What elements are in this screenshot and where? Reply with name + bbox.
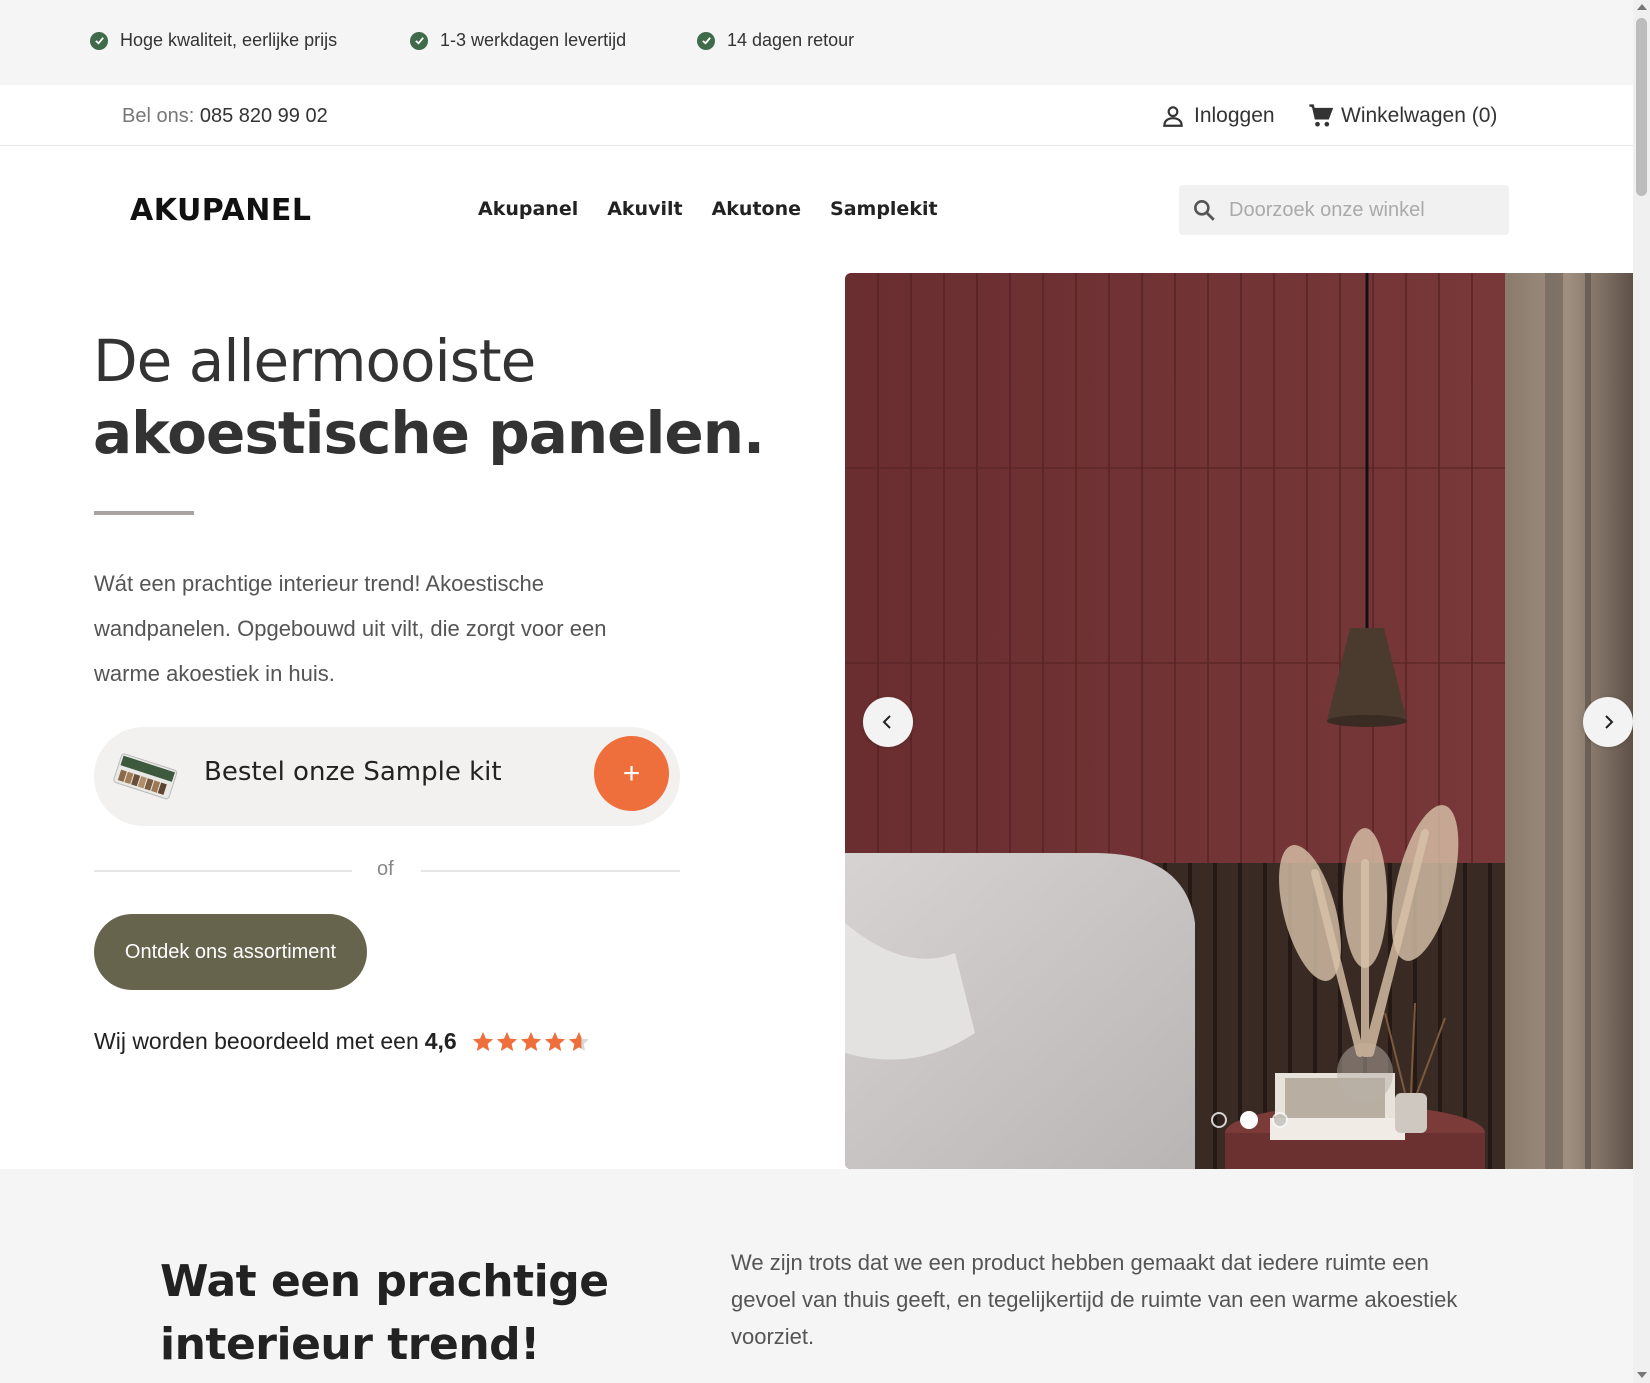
usp-item: 14 dagen retour (697, 30, 854, 51)
intro-title-line2: interieur trend! (160, 1319, 540, 1370)
hero-divider (94, 511, 194, 515)
usp-label: 14 dagen retour (727, 30, 855, 50)
usp-bar: Hoge kwaliteit, eerlijke prijs 1-3 werkd… (0, 0, 1633, 85)
search-input[interactable] (1229, 198, 1489, 222)
rating-score: 4,6 (424, 1028, 457, 1054)
sample-kit-image (113, 753, 178, 800)
discover-assortment-button[interactable]: Ontdek ons assortiment (94, 914, 367, 990)
star-icon (544, 1031, 565, 1051)
contact-bar: Bel ons: 085 820 99 02 Inloggen Winkelwa… (0, 85, 1633, 146)
sample-kit-button[interactable]: Bestel onze Sample kit + (94, 727, 680, 826)
main-nav: Akupanel Akuvilt Akutone Samplekit (478, 198, 967, 220)
slider-next-button[interactable] (1583, 697, 1633, 747)
star-icon (496, 1031, 517, 1051)
rating-prefix: Wij worden beoordeeld met een (94, 1028, 419, 1054)
nav-item-akupanel[interactable]: Akupanel (478, 198, 578, 220)
hero-title-line1: De allermooiste (93, 327, 536, 395)
star-icon (472, 1031, 493, 1051)
hero-slider-image (845, 273, 1633, 1169)
nav-item-samplekit[interactable]: Samplekit (830, 198, 938, 220)
star-icon (520, 1031, 541, 1051)
check-icon (410, 31, 428, 50)
usp-item: 1-3 werkdagen levertijd (410, 30, 626, 51)
cart-label: Winkelwagen (0) (1341, 104, 1498, 127)
slider-dot-1[interactable] (1211, 1112, 1227, 1128)
scroll-up-arrow-icon[interactable] (1637, 4, 1647, 10)
cart-link[interactable]: Winkelwagen (0) (1307, 102, 1497, 130)
site-logo[interactable]: AKUPANEL (130, 193, 311, 228)
slider-dot-3[interactable] (1272, 1112, 1288, 1128)
hero-title: De allermooiste akoestische panelen. (93, 325, 765, 469)
nav-item-akutone[interactable]: Akutone (712, 198, 801, 220)
phone-prefix: Bel ons: (122, 105, 195, 127)
login-link[interactable]: Inloggen (1160, 103, 1275, 129)
page-scrollbar[interactable] (1633, 0, 1650, 1383)
star-icon (568, 1031, 589, 1051)
check-icon (697, 31, 715, 50)
bedroom-scene-image (845, 273, 1633, 1169)
divider-line (94, 870, 352, 872)
check-icon (90, 31, 108, 50)
phone-number-link[interactable]: 085 820 99 02 (200, 105, 328, 127)
login-label: Inloggen (1194, 104, 1275, 127)
nav-item-akuvilt[interactable]: Akuvilt (607, 198, 682, 220)
intro-text: We zijn trots dat we een product hebben … (731, 1250, 1458, 1349)
slider-dot-2[interactable] (1240, 1111, 1258, 1129)
cart-icon (1309, 104, 1334, 127)
search-box (1179, 185, 1509, 235)
user-icon (1163, 106, 1183, 127)
sample-kit-label: Bestel onze Sample kit (204, 757, 502, 787)
or-separator: of (377, 858, 394, 880)
usp-item: Hoge kwaliteit, eerlijke prijs (90, 30, 337, 51)
hero-description: Wát een prachtige interieur trend! Akoes… (94, 571, 607, 686)
intro-title: Wat een prachtige interieur trend! (160, 1250, 609, 1376)
divider-line (421, 870, 680, 872)
search-icon[interactable] (1191, 197, 1217, 223)
chevron-left-icon (882, 715, 891, 729)
add-sample-kit-button[interactable]: + (594, 736, 669, 811)
usp-label: 1-3 werkdagen levertijd (440, 30, 627, 50)
rating-stars (471, 1030, 591, 1054)
scrollbar-thumb[interactable] (1636, 18, 1647, 196)
slider-prev-button[interactable] (863, 697, 913, 747)
intro-title-line1: Wat een prachtige (160, 1256, 609, 1307)
hero-title-line2: akoestische panelen. (93, 399, 765, 467)
phone-info: Bel ons: 085 820 99 02 (122, 105, 328, 128)
usp-label: Hoge kwaliteit, eerlijke prijs (120, 30, 338, 50)
rating-summary: Wij worden beoordeeld met een 4,6 (94, 1028, 591, 1055)
scroll-down-arrow-icon[interactable] (1637, 1372, 1647, 1378)
chevron-right-icon (1605, 715, 1614, 729)
